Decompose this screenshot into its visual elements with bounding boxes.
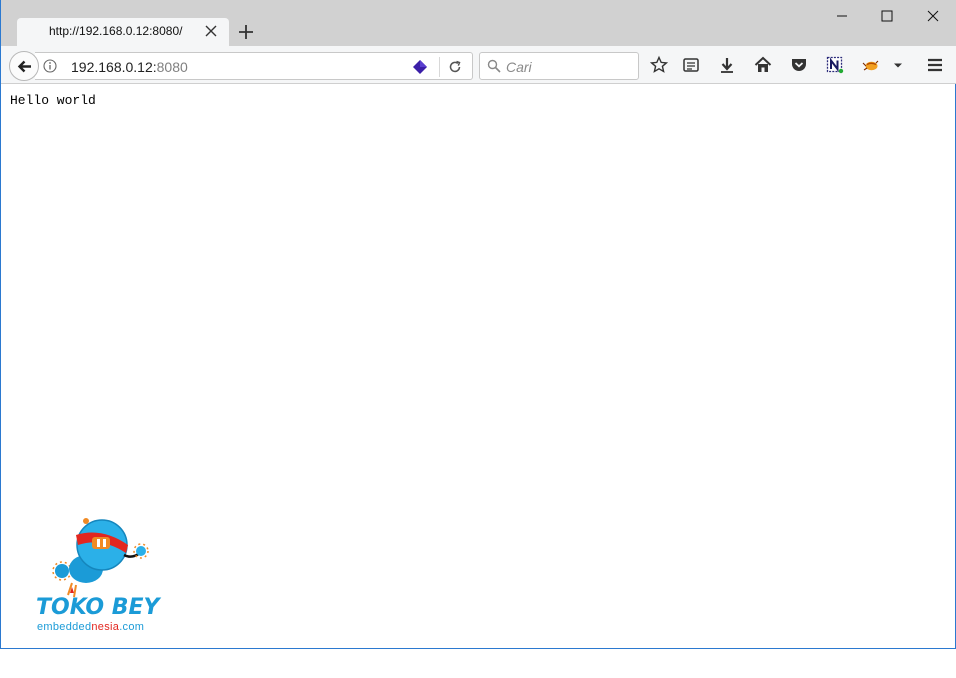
search-icon: [487, 59, 501, 73]
layers-extension-icon[interactable]: [411, 58, 429, 76]
hamburger-menu-icon[interactable]: [925, 55, 945, 75]
url-host: 192.168.0.12:: [71, 59, 157, 75]
url-bar[interactable]: 192.168.0.12:8080: [35, 52, 473, 80]
browser-window: http://192.168.0.12:8080/ 192.168.0.12:8…: [0, 0, 956, 649]
minimize-icon[interactable]: [832, 6, 852, 26]
url-separator: [439, 57, 440, 77]
close-window-icon[interactable]: [923, 6, 943, 26]
home-icon[interactable]: [753, 55, 773, 75]
watermark-site-prefix: embedded: [37, 621, 92, 633]
maximize-icon[interactable]: [877, 6, 897, 26]
tab-strip: http://192.168.0.12:8080/: [1, 0, 956, 46]
tokobey-watermark: TOKO BEY embeddednesia.com: [34, 515, 164, 637]
download-icon[interactable]: [717, 55, 737, 75]
watermark-site-suffix: .com: [119, 621, 145, 633]
star-icon[interactable]: [649, 55, 669, 75]
pocket-icon[interactable]: [789, 55, 809, 75]
url-text[interactable]: 192.168.0.12:8080: [71, 59, 188, 75]
new-tab-icon[interactable]: [237, 23, 255, 41]
watermark-brand: TOKO BEY: [36, 595, 160, 620]
site-info-icon[interactable]: [43, 59, 57, 73]
search-placeholder: Cari: [506, 59, 532, 75]
page-body-text: Hello world: [10, 93, 96, 108]
tab-title: http://192.168.0.12:8080/: [49, 24, 183, 38]
close-tab-icon[interactable]: [203, 23, 219, 39]
watermark-site-accent: nesia: [91, 621, 120, 633]
firebug-icon[interactable]: [861, 55, 881, 75]
overflow-menu-icon[interactable]: [888, 55, 908, 75]
reload-icon[interactable]: [447, 59, 463, 75]
robot-mascot-icon: [52, 518, 149, 598]
url-port: 8080: [156, 59, 188, 75]
watermark-site: embeddednesia.com: [37, 621, 144, 633]
search-bar[interactable]: Cari: [479, 52, 639, 80]
back-arrow-icon: [17, 60, 31, 73]
back-button[interactable]: [9, 51, 39, 81]
tab-active[interactable]: http://192.168.0.12:8080/: [17, 18, 229, 46]
n-extension-icon[interactable]: [825, 55, 845, 75]
navigation-toolbar: 192.168.0.12:8080 Cari: [1, 46, 956, 84]
reading-list-icon[interactable]: [681, 55, 701, 75]
